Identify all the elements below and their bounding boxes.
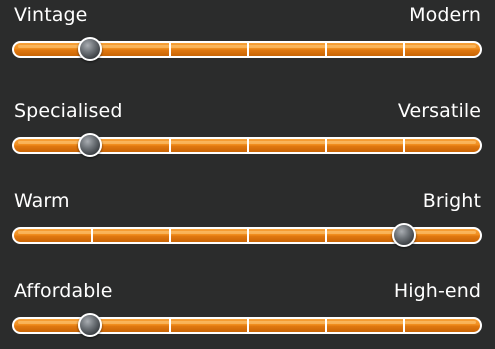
track-divider (169, 43, 171, 56)
slider-left-label: Affordable (14, 280, 113, 302)
slider-right-label: Modern (409, 4, 481, 26)
track-divider (325, 229, 327, 242)
track-divider (247, 229, 249, 242)
track-divider (247, 319, 249, 332)
track-divider (403, 319, 405, 332)
slider-row-warm-bright: Warm Bright (0, 189, 495, 259)
track-divider (169, 139, 171, 152)
slider-right-label: Versatile (397, 100, 481, 122)
slider-right-label: Bright (422, 190, 481, 212)
track-divider (247, 43, 249, 56)
track-divider (247, 139, 249, 152)
track-divider (325, 319, 327, 332)
track-divider (91, 229, 93, 242)
slider-left-label: Vintage (14, 4, 88, 26)
track-divider (325, 139, 327, 152)
track-divider (169, 229, 171, 242)
slider-left-label: Warm (14, 190, 70, 212)
slider-left-label: Specialised (14, 100, 123, 122)
track-divider (403, 139, 405, 152)
slider-right-label: High-end (393, 280, 481, 302)
track-divider (403, 43, 405, 56)
slider-row-specialised-versatile: Specialised Versatile (0, 99, 495, 169)
track-divider (325, 43, 327, 56)
track-divider (169, 319, 171, 332)
slider-thumb[interactable] (391, 223, 416, 247)
slider-row-vintage-modern: Vintage Modern (0, 3, 495, 73)
